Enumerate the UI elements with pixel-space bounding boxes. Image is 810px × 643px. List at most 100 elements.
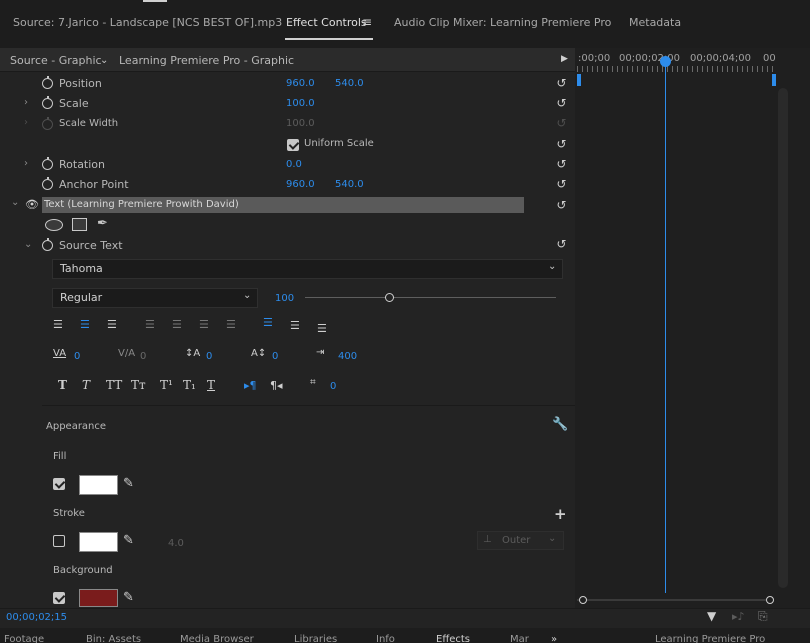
justify-all-icon[interactable]: ☰ [226,318,236,331]
wrench-icon[interactable]: 🔧 [552,417,568,432]
chevron-right-icon[interactable]: › [24,97,28,108]
anchor-x-value[interactable]: 960.0 [286,179,315,190]
font-size-slider[interactable] [305,297,556,298]
add-stroke-icon[interactable]: + [554,505,567,523]
out-point-marker[interactable] [772,74,776,86]
reset-icon[interactable]: ↺ [555,158,568,170]
justify-center-icon[interactable]: ☰ [172,318,182,331]
zoom-left-handle[interactable] [579,596,587,604]
eye-icon[interactable]: 👁 [25,198,39,211]
tab-width-value[interactable]: 400 [338,351,357,362]
stopwatch-icon[interactable] [42,78,53,89]
justify-right-icon[interactable]: ☰ [199,318,209,331]
justify-left-icon[interactable]: ☰ [145,318,155,331]
fill-color-swatch[interactable] [79,475,118,495]
more-tabs-icon[interactable]: » [551,634,557,643]
background-color-swatch[interactable] [79,589,118,607]
panel-menu-icon[interactable]: ≡ [362,15,372,29]
sequence-graphic-label[interactable]: Learning Premiere Pro - Graphic [119,54,294,67]
zoom-right-handle[interactable] [766,596,774,604]
rotation-value[interactable]: 0.0 [286,159,302,170]
ltr-text-icon[interactable]: ▸¶ [244,379,257,392]
rectangle-mask-icon[interactable] [72,218,87,231]
uniform-scale-checkbox[interactable] [287,139,299,151]
chevron-right-icon[interactable]: › [24,158,28,169]
eyedropper-icon[interactable]: ✎ [123,476,134,491]
active-tab-underline [285,38,373,40]
scale-value[interactable]: 100.0 [286,98,315,109]
tab-bin-assets[interactable]: Bin: Assets [86,634,141,643]
tab-effect-controls[interactable]: Effect Controls [286,16,367,29]
stroke-color-swatch[interactable] [79,532,118,552]
stopwatch-icon[interactable] [42,179,53,190]
reset-icon[interactable]: ↺ [555,178,568,190]
stopwatch-icon[interactable] [42,98,53,109]
reset-icon[interactable]: ↺ [555,97,568,109]
all-caps-icon[interactable]: TT [106,378,122,392]
reset-icon[interactable]: ↺ [555,199,568,211]
tsume-value[interactable]: 0 [330,381,336,392]
chevron-down-icon[interactable]: ⌄ [100,55,108,66]
eyedropper-icon[interactable]: ✎ [123,590,134,605]
superscript-icon[interactable]: T¹ [160,378,173,392]
tab-media-browser[interactable]: Media Browser [180,634,254,643]
background-checkbox[interactable] [53,592,65,604]
export-icon[interactable]: ⎘ [758,609,768,624]
stopwatch-icon[interactable] [42,159,53,170]
align-right-icon[interactable]: ☰ [107,318,117,331]
rtl-text-icon[interactable]: ¶◂ [270,379,283,392]
tab-markers[interactable]: Mar [510,634,529,643]
in-point-marker[interactable] [577,74,581,86]
source-graphic-label[interactable]: Source - Graphic [10,54,102,67]
ellipse-mask-icon[interactable] [45,219,63,231]
stopwatch-icon[interactable] [42,240,53,251]
current-timecode[interactable]: 00;00;02;15 [6,612,67,623]
position-x-value[interactable]: 960.0 [286,78,315,89]
tab-audio-clip-mixer[interactable]: Audio Clip Mixer: Learning Premiere Pro [394,16,611,29]
stopwatch-icon [42,119,53,130]
filter-icon[interactable]: ▼ [707,609,716,623]
status-bar [0,608,810,628]
font-size-value[interactable]: 100 [275,293,294,304]
vertical-scrollbar[interactable] [778,88,788,588]
tab-effects[interactable]: Effects [436,634,470,643]
align-middle-icon[interactable]: ☰ [290,319,300,332]
position-y-value[interactable]: 540.0 [335,78,364,89]
play-only-clip-icon[interactable]: ▶ [561,54,568,64]
kerning-value[interactable]: 0 [74,351,80,362]
align-bottom-icon[interactable]: ☰ [317,322,327,335]
play-audio-icon[interactable]: ▸♪ [732,610,745,623]
stroke-checkbox[interactable] [53,535,65,547]
stroke-width-value[interactable]: 4.0 [168,538,184,549]
tab-libraries[interactable]: Libraries [294,634,337,643]
tab-sequence[interactable]: Learning Premiere Pro [655,634,765,643]
reset-icon[interactable]: ↺ [555,77,568,89]
tab-info[interactable]: Info [376,634,395,643]
reset-icon[interactable]: ↺ [555,138,568,150]
small-caps-icon[interactable]: Tт [131,378,146,392]
anchor-y-value[interactable]: 540.0 [335,179,364,190]
chevron-down-icon[interactable]: ⌄ [11,197,19,208]
pen-mask-icon[interactable]: ✒ [97,216,108,231]
playhead-handle[interactable] [660,56,671,67]
reset-icon[interactable]: ↺ [555,238,568,250]
zoom-scrollbar[interactable] [577,599,773,601]
font-family-dropdown[interactable] [52,259,563,279]
background-label: Background [53,565,113,576]
underline-icon[interactable]: T [207,378,215,392]
eyedropper-icon[interactable]: ✎ [123,533,134,548]
subscript-icon[interactable]: T₁ [183,378,196,392]
faux-bold-icon[interactable]: T [58,378,67,392]
tab-footage[interactable]: Footage [4,634,44,643]
tab-source[interactable]: Source: 7.Jarico - Landscape [NCS BEST O… [13,16,282,29]
tracking-value[interactable]: 0 [140,351,146,362]
align-top-icon[interactable]: ☰ [263,316,273,329]
leading-value[interactable]: 0 [206,351,212,362]
baseline-shift-value[interactable]: 0 [272,351,278,362]
fill-checkbox[interactable] [53,478,65,490]
chevron-down-icon[interactable]: ⌄ [24,239,32,250]
align-left-icon[interactable]: ☰ [53,318,63,331]
align-center-icon[interactable]: ☰ [80,318,90,331]
tab-metadata[interactable]: Metadata [629,16,681,29]
faux-italic-icon[interactable]: T [82,378,90,392]
